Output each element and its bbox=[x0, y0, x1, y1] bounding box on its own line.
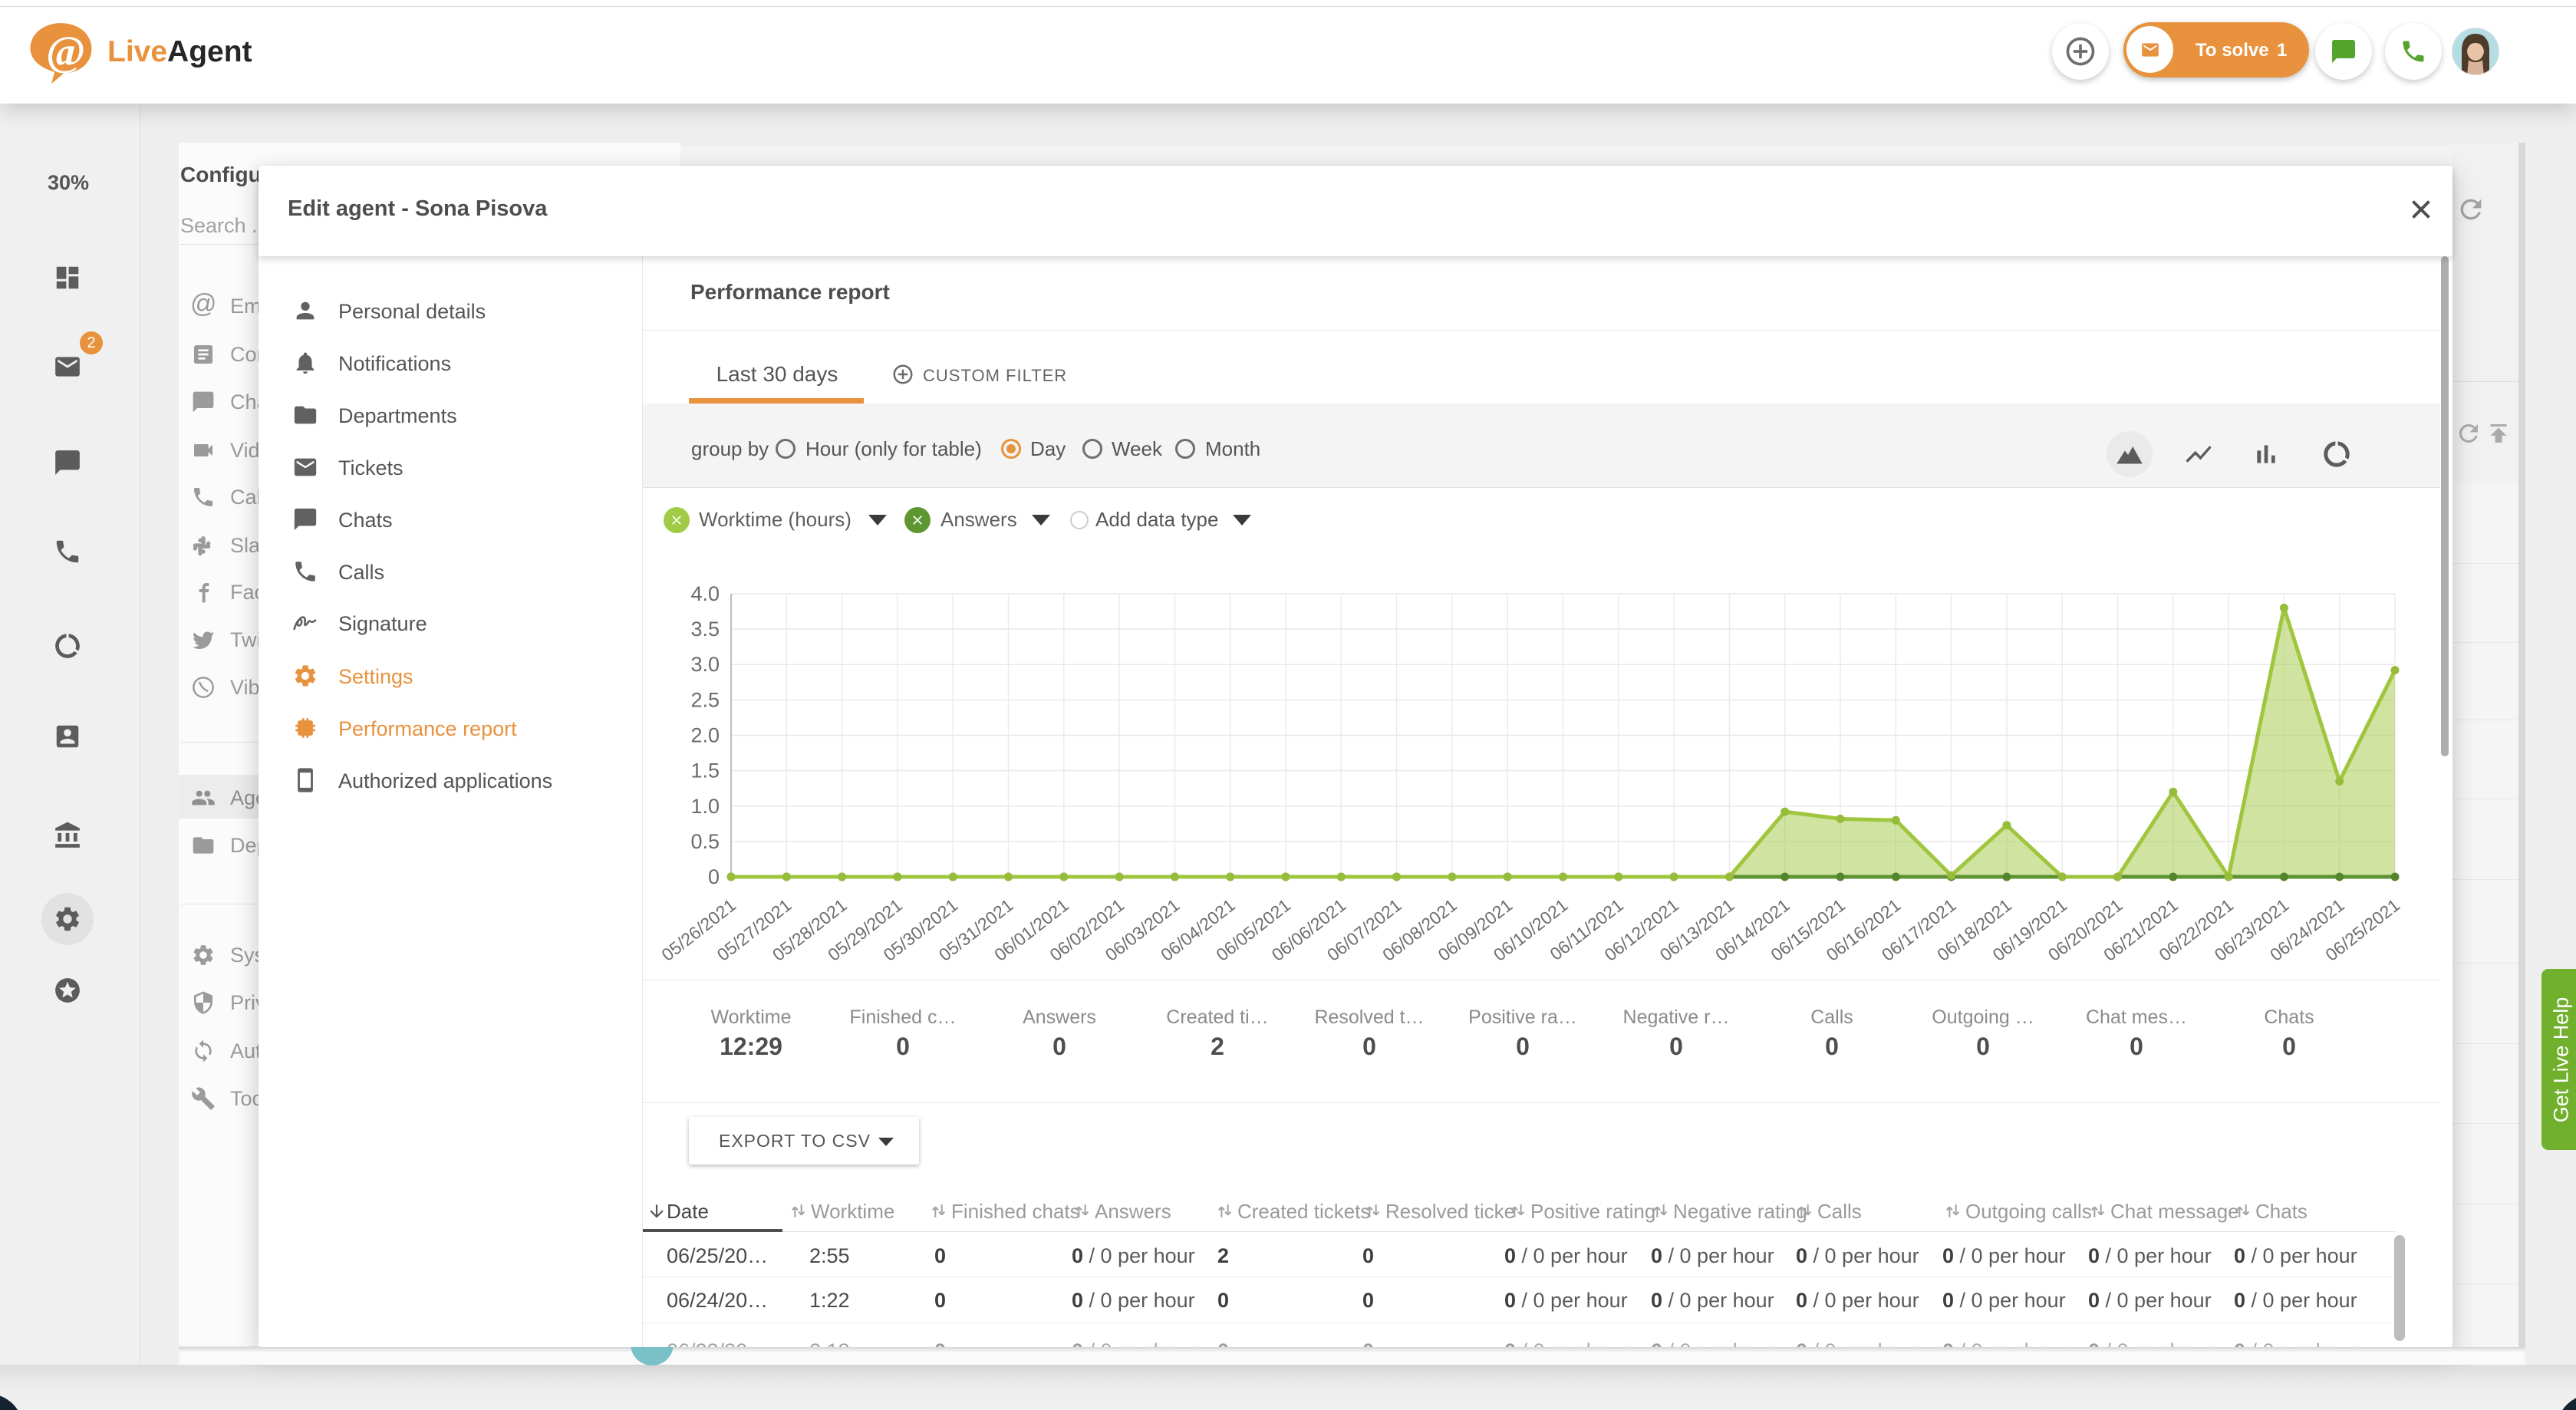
svg-text:2.5: 2.5 bbox=[690, 688, 720, 711]
svg-text:4.0: 4.0 bbox=[690, 582, 720, 605]
svg-text:1.5: 1.5 bbox=[690, 759, 720, 782]
svg-text:3.5: 3.5 bbox=[690, 618, 720, 641]
svg-text:@: @ bbox=[46, 28, 85, 74]
svg-text:2.0: 2.0 bbox=[690, 724, 720, 747]
svg-text:0: 0 bbox=[708, 865, 720, 888]
svg-text:3.0: 3.0 bbox=[690, 653, 720, 676]
svg-text:0.5: 0.5 bbox=[690, 830, 720, 853]
svg-text:1.0: 1.0 bbox=[690, 795, 720, 818]
